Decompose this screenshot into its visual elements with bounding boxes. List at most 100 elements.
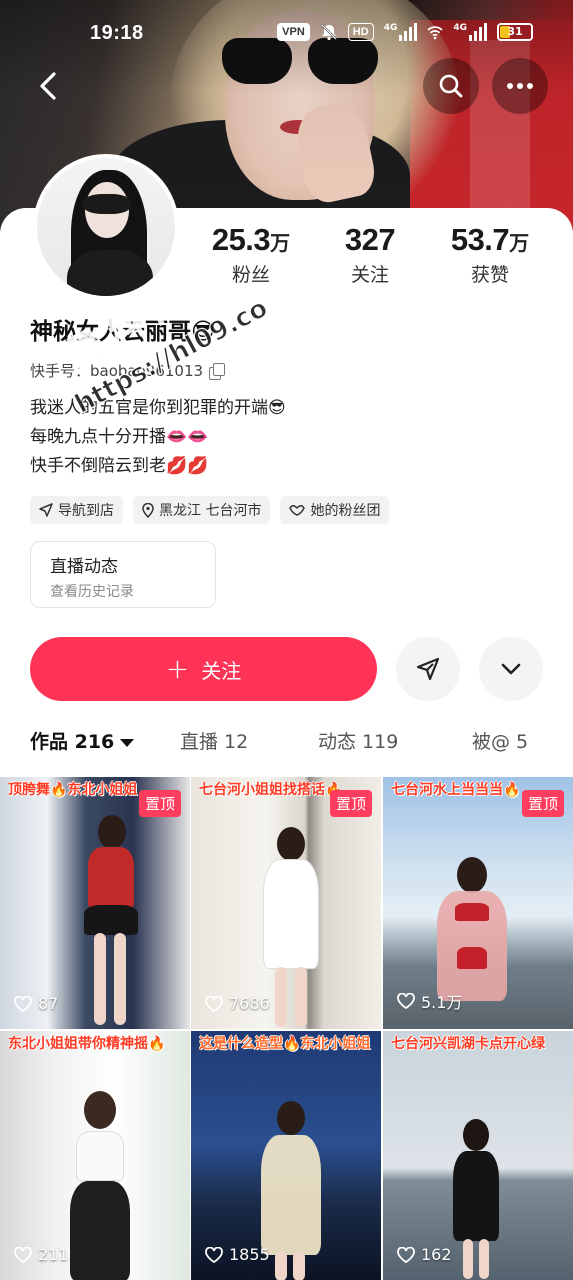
back-button[interactable] — [20, 58, 76, 114]
heart-icon — [14, 1246, 32, 1263]
tag-label: 导航到店 — [58, 503, 114, 519]
navigation-arrow-icon — [39, 503, 53, 517]
tag-navigate-to-store[interactable]: 导航到店 — [30, 496, 123, 524]
bio-line: 每晚九点十分开播👄👄 — [30, 427, 209, 447]
content-tabs: 作品 216 直播 12 动态 119 被@ 5 — [0, 727, 573, 767]
search-button[interactable] — [423, 58, 479, 114]
likes-count: 162 — [421, 1245, 452, 1264]
tag-label: 她的粉丝团 — [310, 503, 381, 519]
status-icons: VPN HD 4G 4G 31 — [277, 20, 533, 44]
signal-2-icon: 4G — [453, 23, 487, 41]
stat-likes-unit: 万 — [509, 231, 530, 255]
tab-label: 作品 216 — [30, 731, 115, 753]
video-figure — [80, 815, 150, 1025]
tag-label: 黑龙江 七台河市 — [159, 503, 262, 519]
video-tile[interactable]: 顶胯舞🔥东北小姐姐 置顶 87 — [0, 777, 190, 1029]
expand-button[interactable] — [479, 637, 543, 701]
stat-fans[interactable]: 25.3万 粉丝 — [186, 222, 316, 287]
tab-label: 直播 12 — [180, 731, 249, 753]
profile-tags: 导航到店 黑龙江 七台河市 她的粉丝团 — [30, 496, 390, 524]
video-likes: 5.1万 — [397, 989, 462, 1013]
kuaishou-id-row: 快手号：baobao961013 — [30, 360, 226, 381]
video-headline: 这是什么造型🔥东北小姐姐 — [199, 1036, 371, 1052]
tab-moments[interactable]: 动态 119 — [318, 727, 398, 754]
tag-fan-club[interactable]: 她的粉丝团 — [280, 496, 390, 524]
live-history-card[interactable]: 直播动态 查看历史记录 — [30, 541, 216, 608]
stat-following-label: 关注 — [350, 264, 389, 286]
stat-likes-value: 53.7 — [450, 222, 510, 257]
stat-following[interactable]: 327 关注 — [305, 222, 435, 287]
video-tile[interactable]: 七台河小姐姐找搭话🔥 置顶 7686 — [191, 777, 381, 1029]
video-likes: 211 — [14, 1245, 69, 1264]
signal-bars-2-icon — [469, 23, 487, 41]
video-figure — [60, 1091, 140, 1280]
video-tile[interactable]: 七台河水上当当当🔥 置顶 5.1万 — [383, 777, 573, 1029]
fan-club-icon — [289, 505, 306, 516]
caret-down-icon — [120, 738, 135, 747]
stat-fans-unit: 万 — [270, 231, 291, 255]
heart-icon — [14, 995, 32, 1012]
status-time: 19:18 — [90, 22, 144, 44]
video-tile[interactable]: 七台河兴凯湖卡点开心绿 162 — [383, 1031, 573, 1280]
profile-bio: 我迷人的五官是你到犯罪的开端😎 每晚九点十分开播👄👄 快手不倒陪云到老💋💋 — [30, 394, 286, 481]
share-button[interactable] — [396, 637, 460, 701]
tab-mentions[interactable]: 被@ 5 — [472, 727, 528, 754]
heart-icon — [205, 1246, 223, 1263]
net1-label: 4G — [383, 23, 398, 33]
video-likes: 7686 — [205, 994, 270, 1013]
plus-icon: + — [165, 652, 190, 685]
follow-label: 关注 — [201, 658, 242, 683]
kuaishou-id: 快手号：baobao961013 — [30, 362, 204, 380]
profile-name: 神秘女人云丽哥😎 — [30, 319, 215, 345]
status-bar: 19:18 VPN HD 4G 4G 31 — [0, 0, 573, 64]
signal-bars-1-icon — [399, 23, 418, 41]
chevron-down-icon — [501, 663, 521, 675]
vpn-badge: VPN — [277, 23, 310, 41]
pinned-badge: 置顶 — [329, 790, 372, 817]
tab-live[interactable]: 直播 12 — [180, 727, 248, 754]
battery-icon: 31 — [497, 23, 533, 41]
send-plane-icon — [416, 657, 440, 681]
stat-fans-label: 粉丝 — [231, 264, 270, 286]
stat-likes[interactable]: 53.7万 获赞 — [425, 222, 555, 287]
chevron-left-icon — [40, 72, 56, 100]
video-figure — [443, 1119, 513, 1280]
video-tile[interactable]: 这是什么造型🔥东北小姐姐 1855 — [191, 1031, 381, 1280]
tab-works[interactable]: 作品 216 — [30, 727, 135, 754]
mute-bell-icon — [321, 24, 337, 41]
tab-label: 动态 119 — [318, 731, 399, 753]
tag-location[interactable]: 黑龙江 七台河市 — [133, 496, 271, 524]
live-history-subtitle: 查看历史记录 — [50, 584, 134, 600]
tab-label: 被@ 5 — [472, 731, 529, 753]
likes-count: 1855 — [229, 1245, 270, 1264]
video-likes: 1855 — [205, 1245, 270, 1264]
battery-level: 31 — [507, 25, 523, 38]
video-likes: 162 — [397, 1245, 452, 1264]
search-icon — [439, 74, 463, 98]
follow-button[interactable]: + 关注 — [30, 637, 377, 701]
avatar[interactable] — [33, 154, 179, 300]
hd-badge: HD — [347, 23, 374, 41]
likes-count: 5.1万 — [421, 993, 463, 1012]
stat-following-value: 327 — [344, 222, 396, 257]
video-tile[interactable]: 东北小姐姐带你精神摇🔥 211 — [0, 1031, 190, 1280]
heart-icon — [397, 1246, 415, 1263]
more-button[interactable] — [492, 58, 548, 114]
video-headline: 七台河兴凯湖卡点开心绿 — [391, 1036, 545, 1052]
copy-icon[interactable] — [209, 362, 226, 380]
signal-1-icon: 4G — [384, 23, 418, 41]
stat-fans-value: 25.3 — [211, 222, 271, 257]
bio-line: 快手不倒陪云到老💋💋 — [30, 456, 209, 476]
net2-label: 4G — [453, 23, 467, 33]
location-pin-icon — [142, 502, 154, 518]
stat-likes-label: 获赞 — [470, 264, 509, 286]
likes-count: 7686 — [229, 994, 270, 1013]
pinned-badge: 置顶 — [521, 790, 564, 817]
likes-count: 211 — [38, 1245, 69, 1264]
heart-icon — [205, 995, 223, 1012]
live-history-title: 直播动态 — [50, 557, 118, 577]
more-dots-icon — [507, 83, 533, 89]
bio-line: 我迷人的五官是你到犯罪的开端😎 — [30, 398, 286, 418]
likes-count: 87 — [38, 994, 59, 1013]
wifi-icon — [427, 26, 443, 40]
